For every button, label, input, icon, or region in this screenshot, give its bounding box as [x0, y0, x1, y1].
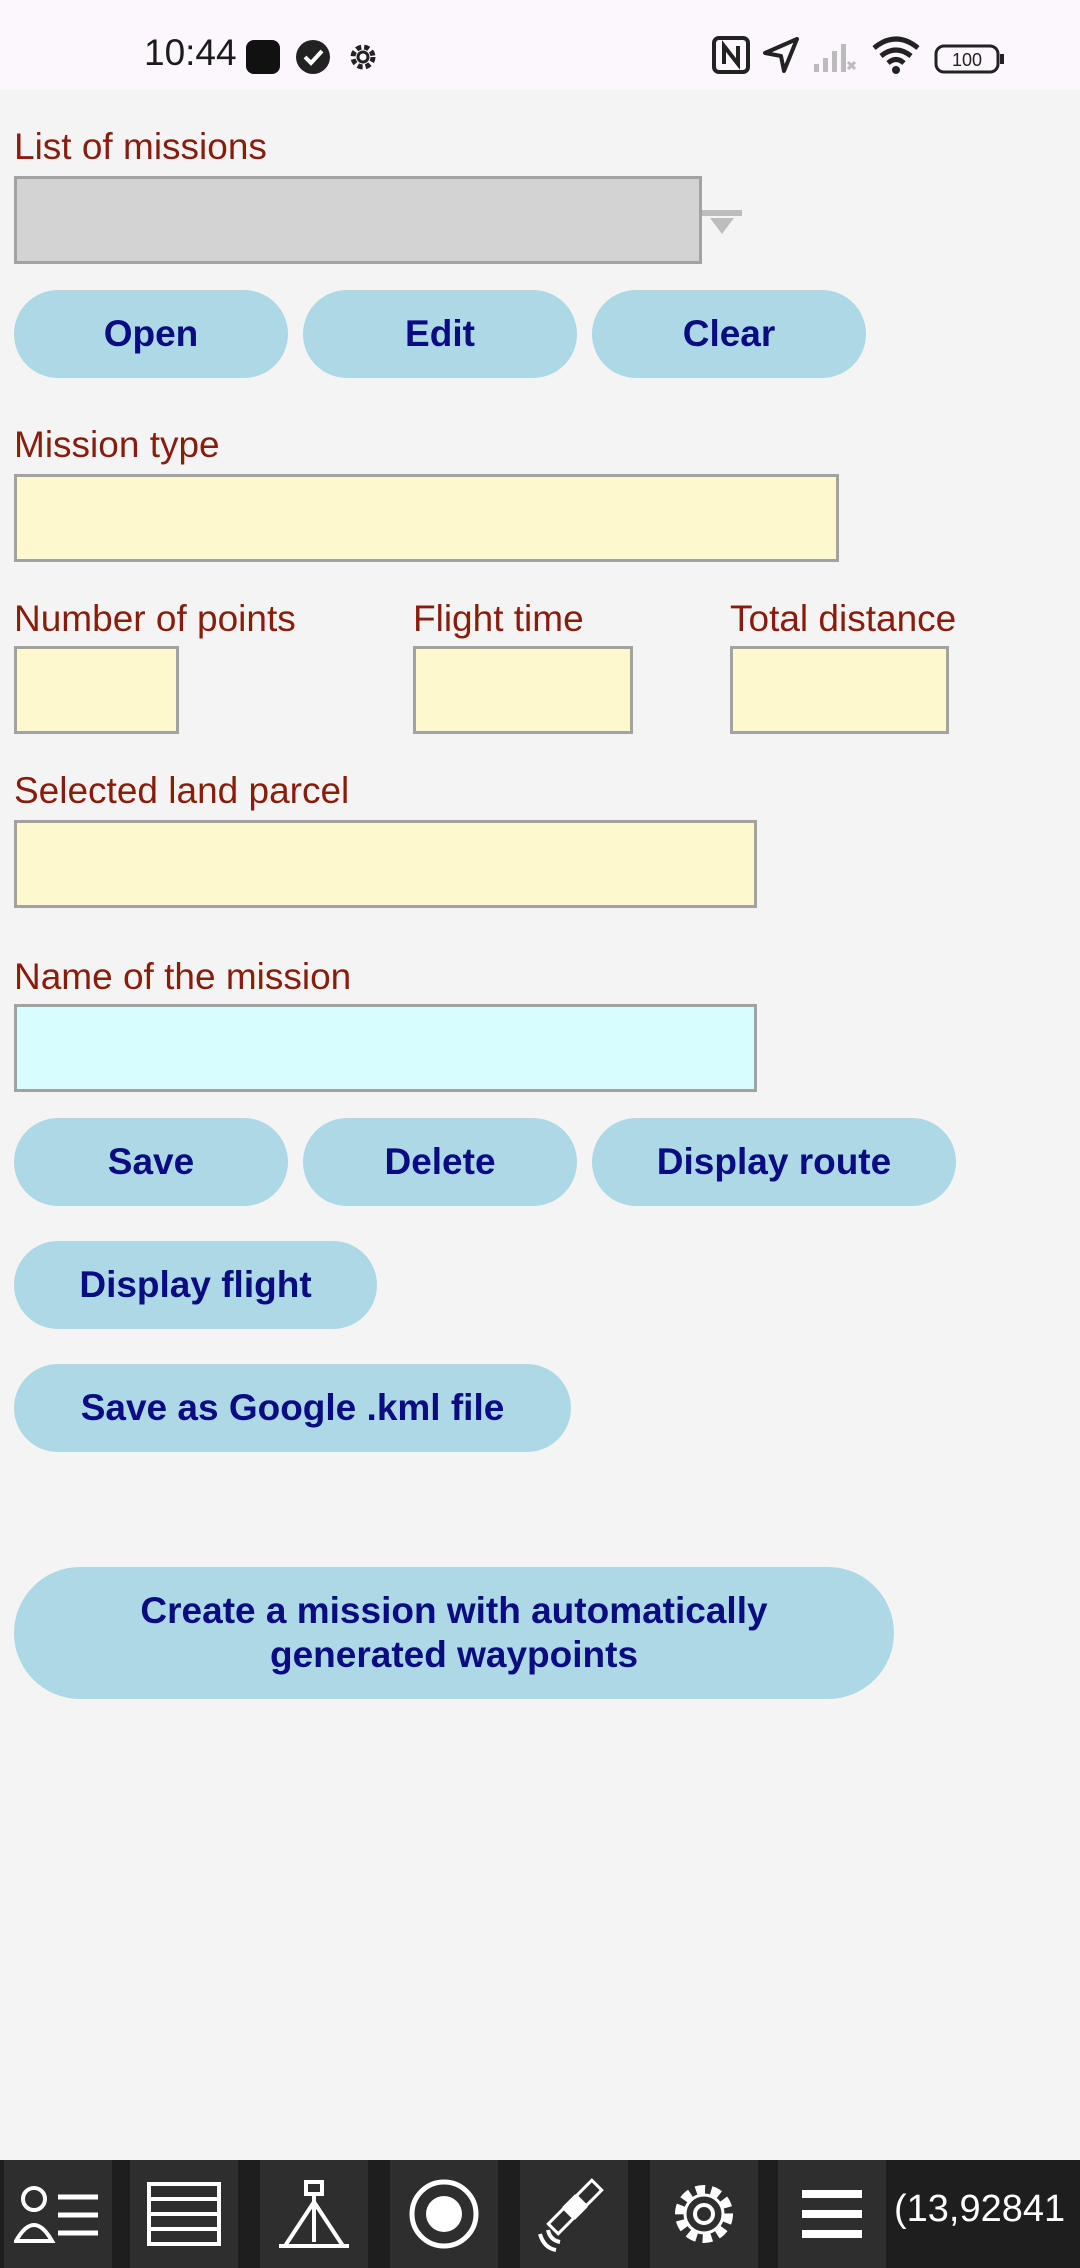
settings-icon: [346, 40, 380, 79]
flight-time-field: [413, 646, 633, 734]
contacts-list-icon[interactable]: [4, 2160, 112, 2268]
svg-text:100: 100: [952, 50, 982, 70]
number-of-points-label: Number of points: [14, 598, 296, 639]
mission-type-label: Mission type: [14, 424, 220, 465]
coordinate-readout: (13,92841: [894, 2188, 1066, 2230]
mission-name-input[interactable]: [14, 1004, 757, 1092]
mission-name-label: Name of the mission: [14, 956, 352, 997]
record-icon[interactable]: [390, 2160, 498, 2268]
total-distance-label: Total distance: [730, 598, 957, 639]
total-distance-field: [730, 646, 949, 734]
cellular-signal-icon: [812, 36, 857, 79]
delete-button[interactable]: Delete: [303, 1118, 577, 1206]
menu-icon[interactable]: [778, 2160, 886, 2268]
check-circle-icon: [296, 40, 330, 79]
create-auto-mission-button[interactable]: Create a mission with automatically gene…: [14, 1567, 894, 1699]
number-of-points-field: [14, 646, 179, 734]
selected-land-parcel-field: [14, 820, 757, 908]
status-bar: 10:44 100: [0, 0, 1080, 90]
save-kml-button[interactable]: Save as Google .kml file: [14, 1364, 571, 1452]
battery-icon: 100: [934, 44, 1006, 79]
gear-icon[interactable]: [650, 2160, 758, 2268]
list-of-missions-label: List of missions: [14, 126, 267, 167]
survey-tripod-icon[interactable]: [260, 2160, 368, 2268]
edit-button[interactable]: Edit: [303, 290, 577, 378]
bottom-toolbar: (13,92841: [0, 2160, 1080, 2268]
layers-icon[interactable]: [130, 2160, 238, 2268]
clear-button[interactable]: Clear: [592, 290, 866, 378]
missions-dropdown[interactable]: [14, 176, 702, 264]
flight-time-label: Flight time: [413, 598, 584, 639]
open-button[interactable]: Open: [14, 290, 288, 378]
app-notification-icon: [246, 40, 280, 79]
nfc-icon: [712, 36, 750, 79]
wifi-icon: [872, 36, 920, 79]
selected-land-parcel-label: Selected land parcel: [14, 770, 350, 811]
mission-type-field: [14, 474, 839, 562]
save-button[interactable]: Save: [14, 1118, 288, 1206]
satellite-icon[interactable]: [520, 2160, 628, 2268]
dropdown-arrow-icon[interactable]: [702, 208, 742, 243]
status-time: 10:44: [144, 32, 237, 73]
display-route-button[interactable]: Display route: [592, 1118, 956, 1206]
location-arrow-icon: [762, 36, 800, 79]
display-flight-button[interactable]: Display flight: [14, 1241, 377, 1329]
